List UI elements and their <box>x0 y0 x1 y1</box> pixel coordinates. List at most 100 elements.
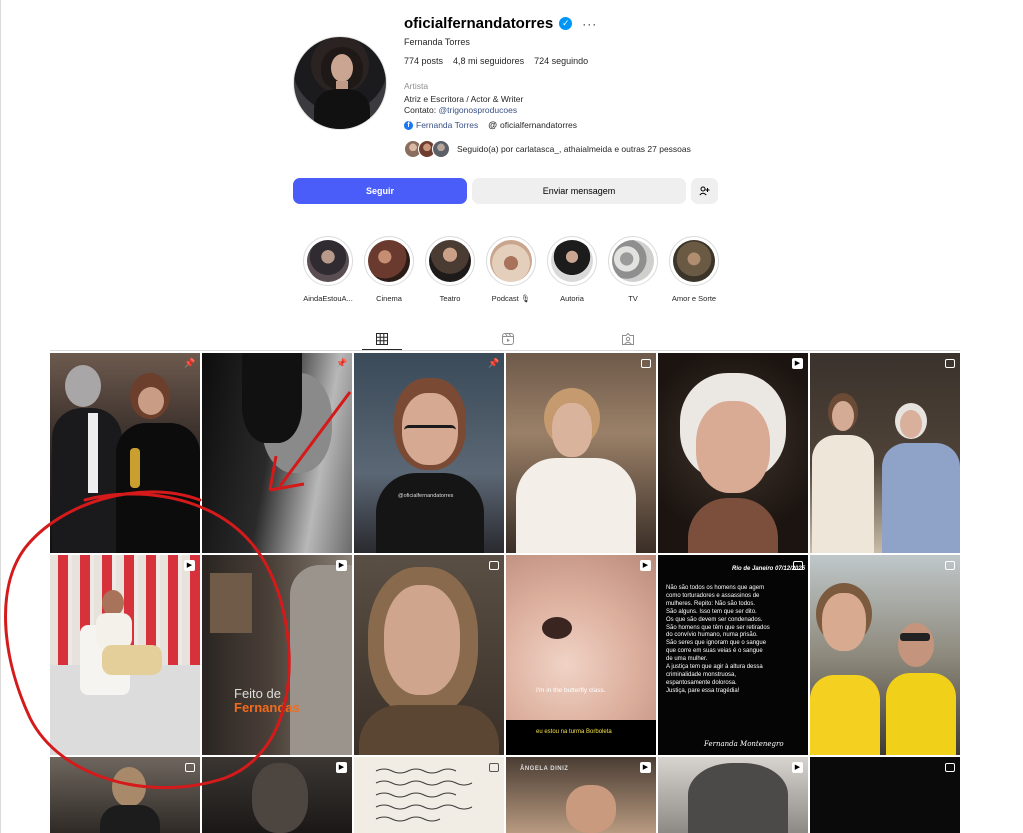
letter-line: Justiça, pare essa tragédia! <box>666 687 740 694</box>
person-face <box>696 401 770 493</box>
grid-post[interactable]: @oficialfernandatorres 📌 <box>354 353 504 553</box>
handwritten-letter-image <box>375 768 473 822</box>
highlight-cover <box>673 240 715 282</box>
tile-subtitle: Fernandas <box>234 700 300 715</box>
grid-post[interactable] <box>810 757 960 833</box>
person-face <box>900 410 922 438</box>
highlight-cinema[interactable]: Cinema <box>364 236 414 303</box>
red-arrow-annotation <box>268 391 352 492</box>
mutual-avatar <box>432 140 450 158</box>
bio-contact-prefix: Contato: <box>404 105 439 115</box>
highlight-ring <box>425 236 475 286</box>
follow-button[interactable]: Seguir <box>293 178 467 204</box>
send-message-button[interactable]: Enviar mensagem <box>472 178 686 204</box>
followed-by[interactable]: Seguido(a) por carlatasca_, athaialmeida… <box>404 140 691 158</box>
person-shirt <box>96 613 132 649</box>
letter-line: Não são todos os homens que agem <box>666 585 765 591</box>
highlight-ring <box>486 236 536 286</box>
add-person-icon-svg <box>699 186 710 196</box>
letter-body: Não são todos os homens que agem como to… <box>666 585 770 696</box>
facebook-link-label: Fernanda Torres <box>416 120 479 130</box>
highlight-cover <box>429 240 471 282</box>
letter-line: do convívio humano, numa prisão. <box>666 632 758 639</box>
carousel-icon <box>945 359 955 368</box>
username-row: oficialfernandatorres ✓ ··· <box>404 15 597 32</box>
add-person-icon[interactable] <box>691 178 718 204</box>
grid-post[interactable]: ▶ <box>658 757 808 833</box>
reel-icon: ▶ <box>640 762 651 773</box>
reel-icon: ▶ <box>792 762 803 773</box>
grid-post[interactable]: ▶ <box>658 353 808 553</box>
letter-line: São homens que têm que ser retirados <box>666 624 770 631</box>
tile-subtitle: eu estou na turma Borboleta <box>536 729 612 735</box>
tab-posts[interactable] <box>362 328 402 350</box>
carousel-icon <box>489 763 499 772</box>
letter-line: mulheres. Repito: Não são todos. <box>666 600 756 607</box>
person-shirt <box>812 435 874 553</box>
external-links: f Fernanda Torres @ oficialfernandatorre… <box>404 120 577 130</box>
person-face <box>552 403 592 457</box>
person-top <box>688 498 778 553</box>
tab-reels[interactable] <box>488 328 528 350</box>
grid-post[interactable]: 📌 <box>50 353 200 553</box>
grid-post[interactable]: 📌 <box>202 353 352 553</box>
highlight-tv[interactable]: TV <box>608 236 658 303</box>
facebook-link[interactable]: f Fernanda Torres <box>404 120 478 130</box>
posts-count: 774 posts <box>404 56 444 66</box>
letter-line: espantosamente dolorosa. <box>666 679 737 686</box>
grid-post[interactable] <box>354 555 504 755</box>
tab-tagged[interactable] <box>608 328 648 350</box>
grid-post[interactable]: Feito de Fernandas ▶ <box>202 555 352 755</box>
reel-icon: ▶ <box>792 358 803 369</box>
pinned-icon: 📌 <box>488 358 500 368</box>
highlight-amor-e-sorte[interactable]: Amor e Sorte <box>669 236 719 303</box>
page-divider <box>0 0 1 833</box>
highlight-teatro[interactable]: Teatro <box>425 236 475 303</box>
more-options-icon[interactable]: ··· <box>582 17 597 31</box>
letter-line: que corre em suas veias é o sangue <box>666 648 763 655</box>
threads-link[interactable]: @ oficialfernandatorres <box>488 120 577 130</box>
tile-caption: @oficialfernandatorres <box>398 493 454 499</box>
pinned-icon: 📌 <box>336 358 348 368</box>
bio-line: Atriz e Escritora / Actor & Writer <box>404 94 524 104</box>
person-suit <box>52 408 122 553</box>
person-dress <box>116 423 200 553</box>
letter-line: como torturadores e assassinos de <box>666 592 760 599</box>
person-top <box>376 473 484 553</box>
grid-post[interactable]: I'm in the butterfly class. eu estou na … <box>506 555 656 755</box>
person-head <box>65 365 101 407</box>
oscar-statuette <box>130 448 140 488</box>
grid-post[interactable] <box>810 555 960 755</box>
bio-contact: Contato: @trigonosproducoes <box>404 105 517 115</box>
followers-count[interactable]: 4,8 mi seguidores <box>453 56 524 66</box>
grid-post[interactable]: ÂNGELA DINIZ ▶ <box>506 757 656 833</box>
username: oficialfernandatorres <box>404 15 554 32</box>
grid-post[interactable]: ▶ <box>50 555 200 755</box>
person-face <box>384 585 460 695</box>
carousel-icon <box>185 763 195 772</box>
letter-line: São alguns. Isso tem que ser dito. <box>666 608 757 615</box>
highlight-ring <box>303 236 353 286</box>
highlight-aindaestoua[interactable]: AindaEstouA... <box>303 236 353 303</box>
grid-post[interactable] <box>50 757 200 833</box>
carousel-icon <box>945 561 955 570</box>
mutual-avatars <box>404 140 450 158</box>
verified-badge-icon: ✓ <box>559 17 573 30</box>
highlight-cover <box>368 240 410 282</box>
highlight-podcast[interactable]: Podcast 🎙 <box>486 236 536 303</box>
facebook-icon: f <box>404 120 413 130</box>
contact-link[interactable]: @trigonosproducoes <box>439 105 518 115</box>
following-count[interactable]: 724 seguindo <box>534 56 588 66</box>
tile-caption: ÂNGELA DINIZ <box>520 766 569 772</box>
reel-icon: ▶ <box>336 762 347 773</box>
threads-link-label: oficialfernandatorres <box>500 120 578 130</box>
profile-avatar[interactable] <box>293 36 387 130</box>
letter-line: Os que são devem ser condenados. <box>666 616 763 623</box>
reel-icon: ▶ <box>640 560 651 571</box>
grid-post[interactable] <box>506 353 656 553</box>
grid-post[interactable]: ▶ <box>202 757 352 833</box>
grid-post[interactable]: Rio de Janeiro 07/12/2025 Não são todos … <box>658 555 808 755</box>
grid-post[interactable] <box>810 353 960 553</box>
grid-post[interactable] <box>354 757 504 833</box>
highlight-autoria[interactable]: Autoria <box>547 236 597 303</box>
